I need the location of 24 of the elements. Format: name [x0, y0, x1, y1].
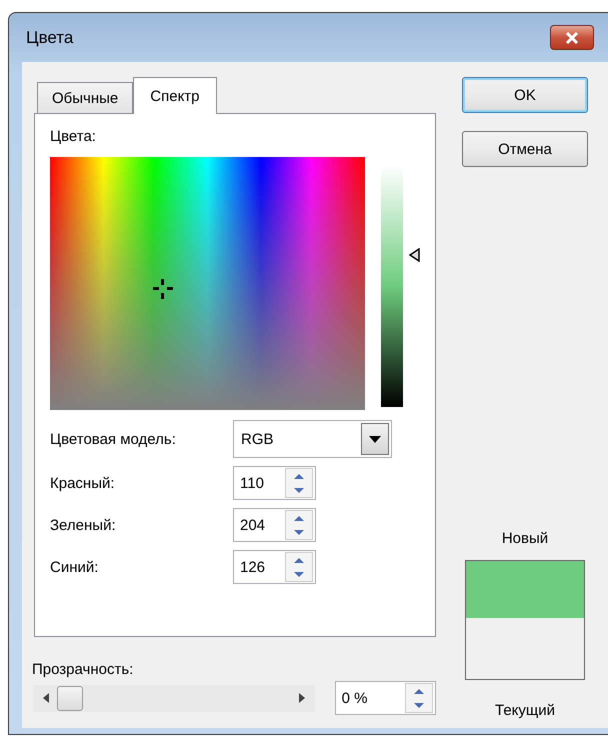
tab[interactable]: Обычные [37, 82, 134, 114]
color-model-label: Цветовая модель: [50, 430, 177, 448]
close-icon [564, 32, 580, 44]
channel-label: Красный: [50, 474, 116, 492]
triangle-icon[interactable] [409, 248, 421, 262]
crosshair-icon[interactable] [153, 278, 174, 299]
dialog-button[interactable]: OK [462, 77, 588, 113]
number-spinner[interactable]: 110 [233, 466, 316, 500]
close-button[interactable] [550, 25, 594, 50]
window-title: Цвета [25, 28, 74, 48]
color-model-dropdown[interactable]: RGB [233, 420, 392, 458]
tab[interactable]: Спектр [133, 77, 217, 114]
number-spinner[interactable]: 126 [233, 550, 316, 584]
color-spectrum[interactable] [50, 157, 365, 410]
channel-label: Синий: [50, 558, 100, 576]
dialog-button[interactable]: Отмена [462, 131, 588, 167]
transparency-label: Прозрачность: [32, 661, 134, 679]
number-spinner[interactable]: 204 [233, 508, 316, 542]
new-label: Новый [502, 530, 548, 548]
colors-label: Цвета: [50, 128, 97, 146]
channel-label: Зеленый: [50, 516, 117, 534]
transparency-spinner[interactable]: 0 % [334, 681, 436, 715]
current-label: Текущий [495, 702, 555, 720]
caret-icon [369, 436, 381, 442]
